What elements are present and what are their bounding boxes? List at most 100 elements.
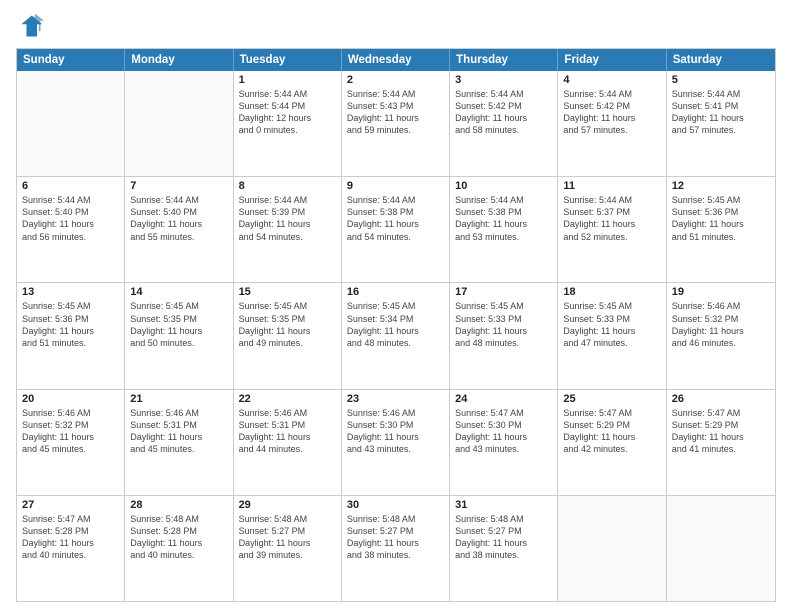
calendar-cell: 9Sunrise: 5:44 AMSunset: 5:38 PMDaylight…: [342, 177, 450, 282]
day-number: 13: [22, 286, 119, 298]
calendar-cell: 5Sunrise: 5:44 AMSunset: 5:41 PMDaylight…: [667, 71, 775, 176]
day-number: 10: [455, 180, 552, 192]
day-detail: Sunrise: 5:46 AMSunset: 5:31 PMDaylight:…: [130, 407, 227, 456]
day-detail: Sunrise: 5:45 AMSunset: 5:33 PMDaylight:…: [455, 300, 552, 349]
calendar-cell: [667, 496, 775, 601]
day-detail: Sunrise: 5:44 AMSunset: 5:42 PMDaylight:…: [563, 88, 660, 137]
day-number: 30: [347, 499, 444, 511]
weekday-header: Sunday: [17, 49, 125, 71]
day-number: 6: [22, 180, 119, 192]
day-detail: Sunrise: 5:48 AMSunset: 5:27 PMDaylight:…: [455, 513, 552, 562]
calendar-cell: 30Sunrise: 5:48 AMSunset: 5:27 PMDayligh…: [342, 496, 450, 601]
day-detail: Sunrise: 5:44 AMSunset: 5:40 PMDaylight:…: [130, 194, 227, 243]
calendar-cell: 25 Sunrise: 5:47 AMSunset: 5:29 PMDayligh…: [558, 390, 666, 495]
calendar: SundayMondayTuesdayWednesdayThursdayFrid…: [16, 48, 776, 602]
day-number: 14: [130, 286, 227, 298]
calendar-cell: 29 Sunrise: 5:48 AMSunset: 5:27 PMDayligh…: [234, 496, 342, 601]
calendar-cell: 4 Sunrise: 5:44 AMSunset: 5:42 PMDaylight…: [558, 71, 666, 176]
day-number: 1: [239, 74, 336, 86]
day-number: 5: [672, 74, 770, 86]
calendar-cell: 31Sunrise: 5:48 AMSunset: 5:27 PMDayligh…: [450, 496, 558, 601]
logo: [16, 12, 48, 40]
day-detail: Sunrise: 5:45 AMSunset: 5:35 PMDaylight:…: [130, 300, 227, 349]
calendar-cell: 14 Sunrise: 5:45 AMSunset: 5:35 PMDayligh…: [125, 283, 233, 388]
calendar-cell: 23Sunrise: 5:46 AMSunset: 5:30 PMDayligh…: [342, 390, 450, 495]
day-detail: Sunrise: 5:44 AMSunset: 5:40 PMDaylight:…: [22, 194, 119, 243]
day-number: 3: [455, 74, 552, 86]
day-number: 8: [239, 180, 336, 192]
day-detail: Sunrise: 5:46 AMSunset: 5:32 PMDaylight:…: [22, 407, 119, 456]
calendar-week: 6 Sunrise: 5:44 AMSunset: 5:40 PMDaylight…: [17, 177, 775, 283]
calendar-cell: 26 Sunrise: 5:47 AMSunset: 5:29 PMDayligh…: [667, 390, 775, 495]
calendar-cell: 2 Sunrise: 5:44 AMSunset: 5:43 PMDaylight…: [342, 71, 450, 176]
day-number: 19: [672, 286, 770, 298]
calendar-cell: 15 Sunrise: 5:45 AMSunset: 5:35 PMDayligh…: [234, 283, 342, 388]
calendar-cell: 27Sunrise: 5:47 AMSunset: 5:28 PMDayligh…: [17, 496, 125, 601]
calendar-week: 13 Sunrise: 5:45 AMSunset: 5:36 PMDayligh…: [17, 283, 775, 389]
calendar-header: SundayMondayTuesdayWednesdayThursdayFrid…: [17, 49, 775, 71]
day-number: 25: [563, 393, 660, 405]
day-detail: Sunrise: 5:44 AMSunset: 5:39 PMDaylight:…: [239, 194, 336, 243]
day-number: 17: [455, 286, 552, 298]
day-number: 29: [239, 499, 336, 511]
page: SundayMondayTuesdayWednesdayThursdayFrid…: [0, 0, 792, 612]
calendar-cell: 7Sunrise: 5:44 AMSunset: 5:40 PMDaylight…: [125, 177, 233, 282]
day-number: 20: [22, 393, 119, 405]
day-number: 24: [455, 393, 552, 405]
day-number: 4: [563, 74, 660, 86]
calendar-cell: 6 Sunrise: 5:44 AMSunset: 5:40 PMDaylight…: [17, 177, 125, 282]
calendar-cell: [125, 71, 233, 176]
calendar-cell: 8 Sunrise: 5:44 AMSunset: 5:39 PMDaylight…: [234, 177, 342, 282]
day-number: 12: [672, 180, 770, 192]
day-detail: Sunrise: 5:48 AMSunset: 5:27 PMDaylight:…: [239, 513, 336, 562]
calendar-cell: 3Sunrise: 5:44 AMSunset: 5:42 PMDaylight…: [450, 71, 558, 176]
day-detail: Sunrise: 5:45 AMSunset: 5:36 PMDaylight:…: [22, 300, 119, 349]
calendar-cell: 13 Sunrise: 5:45 AMSunset: 5:36 PMDayligh…: [17, 283, 125, 388]
day-number: 26: [672, 393, 770, 405]
calendar-week: 27Sunrise: 5:47 AMSunset: 5:28 PMDayligh…: [17, 496, 775, 601]
day-number: 16: [347, 286, 444, 298]
day-number: 27: [22, 499, 119, 511]
calendar-cell: 12 Sunrise: 5:45 AMSunset: 5:36 PMDayligh…: [667, 177, 775, 282]
day-detail: Sunrise: 5:47 AMSunset: 5:29 PMDaylight:…: [563, 407, 660, 456]
weekday-header: Wednesday: [342, 49, 450, 71]
day-detail: Sunrise: 5:44 AMSunset: 5:37 PMDaylight:…: [563, 194, 660, 243]
day-detail: Sunrise: 5:44 AMSunset: 5:43 PMDaylight:…: [347, 88, 444, 137]
weekday-header: Friday: [558, 49, 666, 71]
day-detail: Sunrise: 5:46 AMSunset: 5:32 PMDaylight:…: [672, 300, 770, 349]
calendar-cell: 18Sunrise: 5:45 AMSunset: 5:33 PMDayligh…: [558, 283, 666, 388]
calendar-body: 1Sunrise: 5:44 AMSunset: 5:44 PMDaylight…: [17, 71, 775, 601]
logo-icon: [16, 12, 44, 40]
calendar-cell: 1Sunrise: 5:44 AMSunset: 5:44 PMDaylight…: [234, 71, 342, 176]
calendar-cell: 21 Sunrise: 5:46 AMSunset: 5:31 PMDayligh…: [125, 390, 233, 495]
day-number: 21: [130, 393, 227, 405]
day-number: 2: [347, 74, 444, 86]
day-number: 11: [563, 180, 660, 192]
weekday-header: Saturday: [667, 49, 775, 71]
header: [16, 12, 776, 40]
day-detail: Sunrise: 5:45 AMSunset: 5:33 PMDaylight:…: [563, 300, 660, 349]
day-detail: Sunrise: 5:48 AMSunset: 5:28 PMDaylight:…: [130, 513, 227, 562]
day-number: 28: [130, 499, 227, 511]
calendar-cell: 17 Sunrise: 5:45 AMSunset: 5:33 PMDayligh…: [450, 283, 558, 388]
weekday-header: Thursday: [450, 49, 558, 71]
day-detail: Sunrise: 5:47 AMSunset: 5:29 PMDaylight:…: [672, 407, 770, 456]
day-detail: Sunrise: 5:45 AMSunset: 5:36 PMDaylight:…: [672, 194, 770, 243]
weekday-header: Tuesday: [234, 49, 342, 71]
calendar-cell: 10 Sunrise: 5:44 AMSunset: 5:38 PMDayligh…: [450, 177, 558, 282]
day-detail: Sunrise: 5:47 AMSunset: 5:30 PMDaylight:…: [455, 407, 552, 456]
day-detail: Sunrise: 5:44 AMSunset: 5:38 PMDaylight:…: [455, 194, 552, 243]
calendar-cell: 16 Sunrise: 5:45 AMSunset: 5:34 PMDayligh…: [342, 283, 450, 388]
day-detail: Sunrise: 5:45 AMSunset: 5:34 PMDaylight:…: [347, 300, 444, 349]
calendar-cell: 19 Sunrise: 5:46 AMSunset: 5:32 PMDayligh…: [667, 283, 775, 388]
calendar-cell: 28 Sunrise: 5:48 AMSunset: 5:28 PMDayligh…: [125, 496, 233, 601]
calendar-cell: 20 Sunrise: 5:46 AMSunset: 5:32 PMDayligh…: [17, 390, 125, 495]
day-detail: Sunrise: 5:44 AMSunset: 5:38 PMDaylight:…: [347, 194, 444, 243]
day-detail: Sunrise: 5:46 AMSunset: 5:30 PMDaylight:…: [347, 407, 444, 456]
day-detail: Sunrise: 5:45 AMSunset: 5:35 PMDaylight:…: [239, 300, 336, 349]
calendar-week: 20 Sunrise: 5:46 AMSunset: 5:32 PMDayligh…: [17, 390, 775, 496]
calendar-cell: 24 Sunrise: 5:47 AMSunset: 5:30 PMDayligh…: [450, 390, 558, 495]
calendar-week: 1Sunrise: 5:44 AMSunset: 5:44 PMDaylight…: [17, 71, 775, 177]
calendar-cell: [17, 71, 125, 176]
day-number: 15: [239, 286, 336, 298]
